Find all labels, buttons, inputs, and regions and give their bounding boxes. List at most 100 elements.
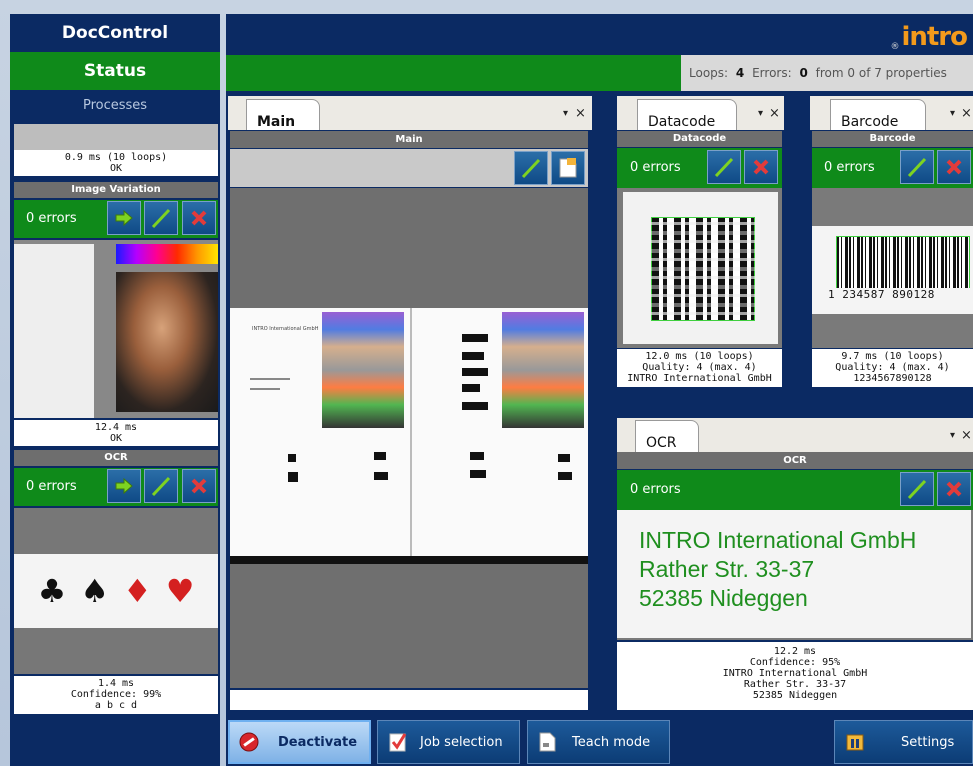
main-image-view[interactable]: INTRO International GmbH (230, 188, 588, 688)
close-icon (946, 481, 962, 497)
pencil-icon (151, 476, 171, 497)
teach-mode-button[interactable]: Teach mode (527, 720, 670, 764)
ocr-close-icon[interactable]: × (961, 428, 972, 443)
doc-barcode-mark (288, 454, 296, 462)
ocr-sidebar-time: 1.4 ms (97, 678, 135, 689)
status-bar-left (226, 55, 681, 91)
barcode-status: 9.7 ms (10 loops) Quality: 4 (max. 4) 12… (812, 349, 973, 387)
tab-barcode[interactable]: Barcode (830, 99, 926, 130)
ocr-image[interactable]: INTRO International GmbH Rather Str. 33-… (617, 510, 973, 640)
barcode-dropdown-icon[interactable]: ▾ (950, 108, 955, 119)
ocr-sidebar-errors: 0 errors (26, 479, 77, 494)
barcode-close-icon[interactable]: × (961, 106, 972, 121)
datacode-delete-button[interactable] (744, 150, 778, 184)
ocr-sidebar-confidence: Confidence: 99% (70, 689, 162, 700)
status-header: Status (10, 52, 220, 90)
scanned-document: INTRO International GmbH (230, 308, 588, 564)
ocr-status: 12.2 ms Confidence: 95% INTRO Internatio… (617, 642, 973, 710)
main-close-icon[interactable]: × (575, 106, 586, 121)
ocr-text-line-2: Rather Str. 33-37 (639, 556, 815, 582)
doc-barcode-mark (558, 454, 570, 462)
tab-datacode[interactable]: Datacode (637, 99, 737, 130)
delete-button[interactable] (182, 201, 216, 235)
process-result: OK (109, 163, 123, 174)
process-preview[interactable] (14, 124, 218, 150)
logo-text: intro (901, 22, 968, 52)
ocr-edit-button[interactable] (144, 469, 178, 503)
logo-mark: ® (890, 42, 900, 52)
ocr-sidebar-text: a b c d (94, 700, 138, 711)
ocr-sidebar-preview[interactable]: ♣ ♠ ♦ ♥ (14, 508, 218, 674)
barcode-panel-header: Barcode (812, 131, 973, 147)
doc-barcode-mark (374, 452, 386, 460)
barcode-sample: 1 234587 890128 (812, 226, 973, 314)
doc-heading: INTRO International GmbH (252, 326, 319, 332)
pencil-icon (521, 158, 541, 179)
arrow-right-icon (115, 210, 133, 226)
doc-barcode-mark (462, 402, 488, 410)
datacode-image[interactable] (617, 188, 782, 348)
photo-thumbnail (116, 272, 218, 412)
barcode-image[interactable]: 1 234587 890128 (812, 188, 973, 348)
pencil-icon (907, 479, 927, 500)
ocr-text-line-1: INTRO International GmbH (639, 527, 917, 553)
doc-bottom-rule (230, 556, 588, 564)
card-suits-strip: ♣ ♠ ♦ ♥ (14, 554, 218, 628)
errors-label: Errors: (752, 66, 792, 80)
barcode-edit-button[interactable] (900, 150, 934, 184)
tab-main[interactable]: Main (246, 99, 320, 130)
spade-icon: ♠ (80, 572, 109, 610)
ocr-delete-button[interactable] (182, 469, 216, 503)
close-icon (946, 159, 962, 175)
loops-value: 4 (735, 66, 745, 80)
datacode-status: 12.0 ms (10 loops) Quality: 4 (max. 4) I… (617, 349, 782, 387)
image-variation-preview[interactable] (14, 240, 218, 418)
edit-button[interactable] (144, 201, 178, 235)
arrow-right-icon (115, 478, 133, 494)
doc-text-line (250, 378, 290, 380)
datacode-quality: Quality: 4 (max. 4) (642, 362, 757, 373)
datacode-dropdown-icon[interactable]: ▾ (758, 108, 763, 119)
ocr-dropdown-icon[interactable]: ▾ (950, 430, 955, 441)
main-status-box (230, 690, 588, 710)
ocr-panel-delete-button[interactable] (937, 472, 971, 506)
datamatrix-icon (651, 217, 755, 321)
main-edit-button[interactable] (514, 151, 548, 185)
ocr-sidebar-header: OCR (14, 450, 218, 466)
ocr-errors: 0 errors (630, 482, 681, 497)
main-document-button[interactable] (551, 151, 585, 185)
ocr-panel-edit-button[interactable] (900, 472, 934, 506)
deactivate-button[interactable]: Deactivate (228, 720, 371, 764)
document-icon (539, 732, 556, 752)
teach-mode-label: Teach mode (572, 734, 651, 750)
job-selection-button[interactable]: Job selection (377, 720, 520, 764)
datacode-close-icon[interactable]: × (769, 106, 780, 121)
ocr-time: 12.2 ms (773, 646, 817, 657)
close-icon (191, 210, 207, 226)
ocr-text-line-3: 52385 Nideggen (639, 585, 808, 611)
ocr-result-line-2: Rather Str. 33-37 (743, 679, 847, 690)
pencil-icon (151, 208, 171, 229)
ocr-run-button[interactable] (107, 469, 141, 503)
barcode-errors: 0 errors (824, 160, 875, 175)
barcode-delete-button[interactable] (937, 150, 971, 184)
barcode-digits: 1 234587 890128 (828, 288, 973, 301)
tab-ocr[interactable]: OCR (635, 420, 699, 452)
datacode-edit-button[interactable] (707, 150, 741, 184)
page-divider (410, 308, 412, 564)
run-button[interactable] (107, 201, 141, 235)
doc-barcode-mark (462, 352, 484, 360)
main-dropdown-icon[interactable]: ▾ (563, 108, 568, 119)
main-panel-header: Main (230, 131, 588, 148)
close-icon (753, 159, 769, 175)
ocr-result-line-3: 52385 Nideggen (752, 690, 838, 701)
loops-status: Loops: 4 Errors: 0 from 0 of 7 propertie… (681, 55, 973, 91)
settings-button[interactable]: Settings (834, 720, 973, 764)
doc-barcode-mark (470, 470, 486, 478)
image-variation-header: Image Variation (14, 182, 218, 198)
ocr-sidebar-status: 1.4 ms Confidence: 99% a b c d (14, 676, 218, 714)
image-variation-result: OK (109, 433, 123, 444)
close-icon (191, 478, 207, 494)
errors-value: 0 (799, 66, 808, 80)
properties-summary: from 0 of 7 properties (815, 66, 947, 80)
